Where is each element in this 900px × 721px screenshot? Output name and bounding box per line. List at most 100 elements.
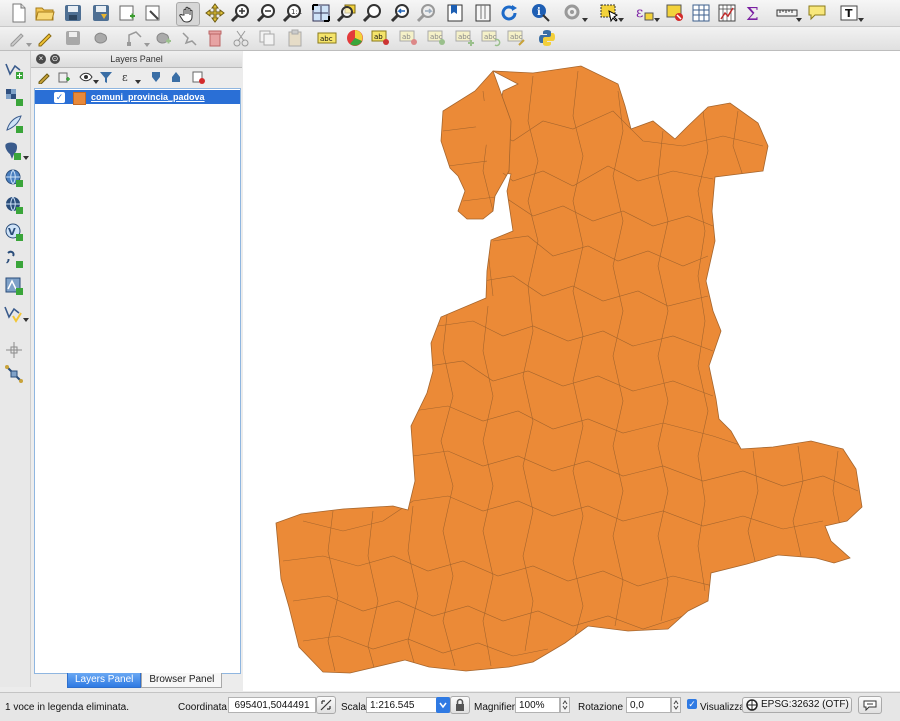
map-canvas[interactable] [243, 51, 900, 691]
select-features-icon[interactable] [598, 2, 624, 24]
toggle-coordinate-extents-icon[interactable] [316, 696, 336, 714]
measure-icon[interactable] [776, 2, 802, 24]
zoom-full-icon[interactable] [310, 2, 332, 24]
scale-label: Scala [341, 702, 367, 713]
cut-features-icon[interactable] [230, 27, 252, 49]
save-project-icon[interactable] [62, 2, 84, 24]
magnifier-spinner[interactable] [560, 697, 570, 713]
map-tips-icon[interactable] [562, 2, 588, 24]
toggle-editing-icon[interactable] [34, 27, 56, 49]
highlight-pinned-labels-icon[interactable]: ab [398, 27, 420, 49]
pan-to-selection-icon[interactable] [204, 2, 226, 24]
move-label-icon[interactable]: abc [454, 27, 476, 49]
zoom-in-icon[interactable] [230, 2, 252, 24]
copy-features-icon[interactable] [256, 27, 278, 49]
tab-browser-panel[interactable]: Browser Panel [141, 673, 223, 688]
refresh-icon[interactable] [498, 2, 520, 24]
identify-icon[interactable]: i [530, 2, 552, 24]
python-console-icon[interactable] [536, 27, 558, 49]
field-calculator-icon[interactable] [716, 2, 738, 24]
crs-button[interactable]: EPSG:32632 (OTF) [742, 697, 852, 713]
filter-legend-icon[interactable] [97, 68, 115, 86]
zoom-next-icon[interactable] [416, 2, 438, 24]
layer-tree: ✓ comuni_provincia_padova [34, 88, 241, 674]
scale-dropdown-button[interactable] [436, 697, 450, 713]
rotation-label: Rotazione [578, 702, 624, 713]
add-delimited-text-icon[interactable]: , [3, 248, 25, 270]
pan-icon[interactable] [176, 2, 200, 26]
svg-text:ab: ab [402, 33, 411, 41]
spinner-arrows-icon [562, 700, 568, 710]
add-feature-icon[interactable] [90, 27, 112, 49]
map-render[interactable] [243, 51, 900, 691]
rotate-feature-icon[interactable] [178, 27, 200, 49]
label-icon[interactable]: abc [316, 27, 338, 49]
add-oracle-layer-icon[interactable] [3, 339, 25, 361]
render-checkbox[interactable]: ✓ [687, 699, 697, 709]
add-vector-layer-icon[interactable] [3, 59, 25, 81]
attribute-table-icon[interactable] [690, 2, 712, 24]
rotate-label-icon[interactable]: abc [480, 27, 502, 49]
add-raster-layer-icon[interactable] [3, 86, 25, 108]
new-print-composer-icon[interactable] [116, 2, 138, 24]
add-group-icon[interactable] [55, 68, 73, 86]
delete-selected-icon[interactable] [204, 27, 226, 49]
new-shapefile-icon[interactable] [3, 302, 29, 324]
manage-visibility-icon[interactable] [77, 68, 99, 86]
messages-button[interactable] [858, 696, 882, 714]
move-feature-icon[interactable] [152, 27, 174, 49]
lock-scale-icon[interactable] [450, 696, 470, 714]
save-as-icon[interactable] [90, 2, 112, 24]
expand-all-icon[interactable] [147, 68, 165, 86]
node-tool-icon[interactable] [124, 27, 150, 49]
float-panel-icon[interactable]: ⊙ [50, 54, 60, 64]
layer-visibility-checkbox[interactable]: ✓ [54, 92, 65, 103]
statistics-icon[interactable]: Σ [742, 2, 764, 24]
zoom-to-layer-icon[interactable] [362, 2, 384, 24]
paste-features-icon[interactable] [284, 27, 306, 49]
new-project-icon[interactable] [8, 2, 30, 24]
filter-by-expression-icon[interactable]: ε [119, 68, 141, 86]
collapse-all-icon[interactable] [167, 68, 185, 86]
coordinate-field[interactable]: 695401,5044491 [228, 697, 316, 713]
tab-layers-panel[interactable]: Layers Panel [67, 673, 142, 688]
remove-layer-icon[interactable] [189, 68, 207, 86]
zoom-out-icon[interactable] [256, 2, 278, 24]
svg-text:abc: abc [320, 35, 333, 43]
show-hide-label-icon[interactable]: abc [426, 27, 448, 49]
layer-symbol-swatch [73, 92, 86, 105]
open-layer-styling-icon[interactable] [35, 68, 53, 86]
composer-manager-icon[interactable] [142, 2, 164, 24]
change-label-icon[interactable]: abc [506, 27, 528, 49]
add-postgis-layer-icon[interactable] [3, 140, 29, 162]
layer-item[interactable]: ✓ comuni_provincia_padova [35, 90, 240, 105]
show-bookmarks-icon[interactable] [472, 2, 494, 24]
save-edits-icon[interactable] [62, 27, 84, 49]
select-by-expression-icon[interactable]: ε [634, 2, 660, 24]
gps-tool-icon[interactable] [3, 363, 25, 385]
add-wfs-layer-icon[interactable]: V [3, 221, 25, 243]
close-panel-icon[interactable]: × [36, 54, 46, 64]
diagram-icon[interactable] [344, 27, 366, 49]
zoom-last-icon[interactable] [390, 2, 412, 24]
add-mssql-layer-icon[interactable] [3, 275, 25, 297]
add-spatialite-layer-icon[interactable] [3, 113, 25, 135]
rotation-field[interactable]: 0,0 [626, 697, 671, 713]
svg-text:ε: ε [636, 5, 643, 21]
current-edits-icon[interactable] [6, 27, 32, 49]
rotation-spinner[interactable] [671, 697, 681, 713]
province-north-lobe[interactable] [440, 70, 512, 220]
pin-label-icon[interactable]: ab [370, 27, 392, 49]
annotation-icon[interactable] [806, 2, 828, 24]
zoom-actual-size-icon[interactable]: 1:1 [282, 2, 304, 24]
add-wms-layer-icon[interactable] [3, 167, 25, 189]
deselect-icon[interactable] [664, 2, 686, 24]
message-bubble-icon [863, 700, 877, 711]
add-wcs-layer-icon[interactable] [3, 194, 25, 216]
text-annotation-icon[interactable]: T [838, 2, 864, 24]
province-outline[interactable] [275, 65, 863, 674]
open-project-icon[interactable] [34, 2, 56, 24]
magnifier-field[interactable]: 100% [515, 697, 560, 713]
new-bookmark-icon[interactable] [444, 2, 466, 24]
zoom-to-selection-icon[interactable] [336, 2, 358, 24]
